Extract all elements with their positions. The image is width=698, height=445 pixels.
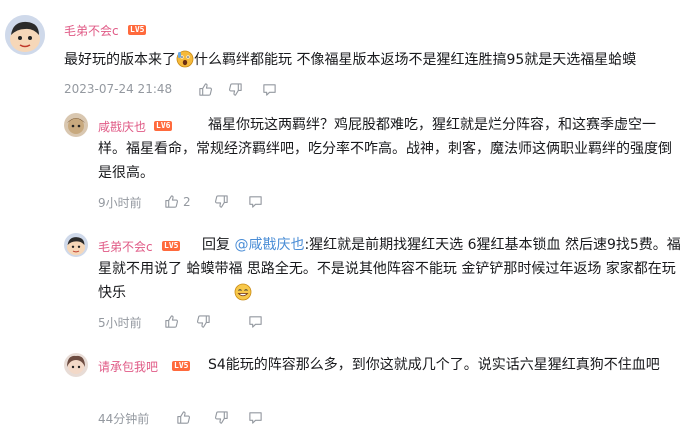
- like-button[interactable]: 2: [164, 194, 191, 209]
- reply-icon: [249, 412, 262, 424]
- level-badge: LV5: [128, 25, 147, 35]
- like-button[interactable]: [176, 410, 191, 425]
- thumb-up-icon: [177, 411, 191, 424]
- reply-button[interactable]: [248, 410, 263, 425]
- like-count: 2: [183, 194, 191, 209]
- dislike-button[interactable]: [214, 410, 229, 425]
- shocked-emoji-icon: [176, 50, 194, 76]
- avatar[interactable]: [64, 113, 88, 137]
- avatar[interactable]: [64, 353, 88, 377]
- dislike-button[interactable]: [214, 194, 229, 209]
- thumb-up-icon: [165, 315, 179, 328]
- comment-text: S4能玩的阵容那么多，到你这就成几个了。说实话六星猩红真狗不住血吧: [208, 357, 660, 373]
- avatar[interactable]: [64, 233, 88, 257]
- reply-icon: [263, 84, 276, 96]
- reply-label: 回复: [202, 237, 230, 253]
- reply-button[interactable]: [248, 314, 263, 329]
- grin-emoji-icon: [130, 283, 252, 309]
- mention-link[interactable]: @咸戡庆也: [234, 237, 304, 253]
- comment-text: 最好玩的版本来了 什么羁绊都能玩 不像福星版本返场不是猩红连胜搞95就是天选福星蛤…: [64, 48, 684, 76]
- reply-button[interactable]: [262, 82, 277, 97]
- comment-time: 44分钟前: [98, 412, 150, 426]
- comment-time: 2023-07-24 21:48: [64, 82, 173, 96]
- dislike-button[interactable]: [196, 314, 211, 329]
- comment-time: 5小时前: [98, 316, 142, 330]
- thumb-down-icon: [228, 83, 242, 96]
- dislike-button[interactable]: [228, 82, 243, 97]
- comment-section: 毛弟不会c LV5 最好玩的版本来了 什么羁绊都能玩 不像福星版本返场不是猩红连胜…: [0, 0, 698, 445]
- comment-text: 福星你玩这两羁绊？鸡屁股都难吃，猩红就是烂分阵容，和这赛季虚空一样。福星看命，常…: [98, 117, 672, 181]
- comment-text: 回复 @咸戡庆也:猩红就是前期找猩红天选 6猩红基本锁血 然后速9找5费。福星就…: [98, 233, 682, 309]
- reply-icon: [249, 316, 262, 328]
- like-button[interactable]: [164, 314, 179, 329]
- username[interactable]: 毛弟不会c: [64, 22, 119, 39]
- like-button[interactable]: [198, 82, 213, 97]
- thumb-up-icon: [165, 195, 179, 208]
- thumb-down-icon: [196, 315, 210, 328]
- reply-icon: [249, 196, 262, 208]
- thumb-down-icon: [214, 195, 228, 208]
- reply-button[interactable]: [248, 194, 263, 209]
- avatar[interactable]: [5, 15, 45, 55]
- comment-time: 9小时前: [98, 196, 142, 210]
- thumb-up-icon: [199, 83, 213, 96]
- thumb-down-icon: [214, 411, 228, 424]
